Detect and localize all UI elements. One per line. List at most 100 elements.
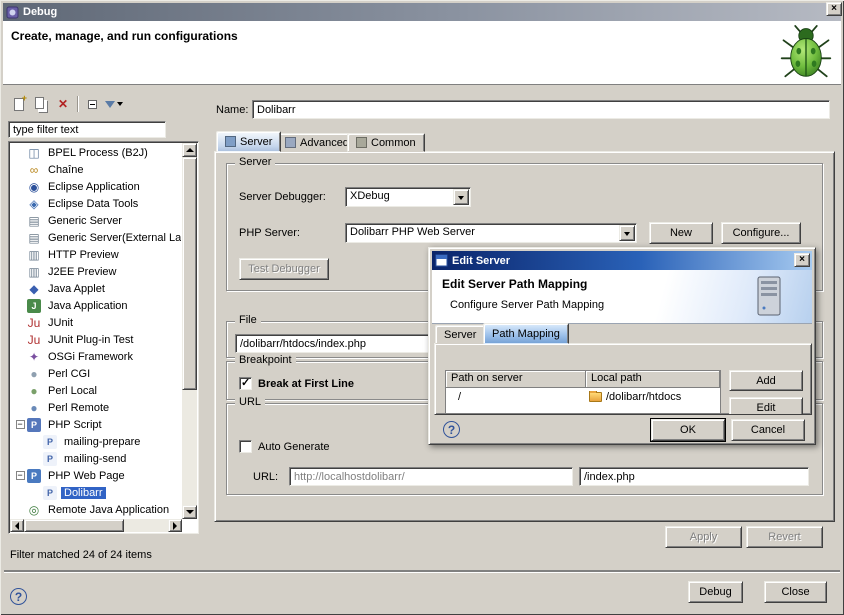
filter-menu-button[interactable] (103, 95, 125, 114)
php-server-label: PHP Server: (239, 227, 300, 239)
tree-item[interactable]: ◉Eclipse Application (11, 178, 181, 195)
dialog-icon (435, 254, 448, 267)
tree-item-label: PHP Script (45, 419, 105, 431)
tree-item[interactable]: ▥J2EE Preview (11, 263, 181, 280)
cancel-button[interactable]: Cancel (731, 419, 805, 441)
tree-item[interactable]: Pmailing-send (11, 450, 181, 467)
tree-item-label: mailing-send (61, 453, 129, 465)
tree-item[interactable]: JuJUnit Plug-in Test (11, 331, 181, 348)
expander-icon[interactable]: − (13, 471, 27, 480)
tree-item-label: Dolibarr (61, 487, 106, 499)
java-application-icon: J (27, 299, 41, 313)
tree-item[interactable]: ▤Generic Server (11, 212, 181, 229)
tree-item-label: Chaîne (45, 164, 86, 176)
tree-item-label: JUnit Plug-in Test (45, 334, 136, 346)
tree-item[interactable]: ●Perl Local (11, 382, 181, 399)
dialog-help-button[interactable]: ? (443, 421, 460, 438)
filter-input[interactable] (8, 121, 166, 138)
horizontal-scroll-thumb[interactable] (24, 519, 124, 532)
tree-item[interactable]: JuJUnit (11, 314, 181, 331)
tree-item[interactable]: J Java Application (11, 297, 181, 314)
tree-vertical-scrollbar[interactable] (182, 143, 197, 519)
break-at-first-line-checkbox[interactable] (239, 377, 252, 390)
auto-generate-checkbox[interactable] (239, 440, 252, 453)
apply-button: Apply (665, 526, 742, 548)
scroll-down-icon[interactable] (182, 505, 197, 519)
tree-item-label: HTTP Preview (45, 249, 122, 261)
expander-icon[interactable]: − (13, 420, 27, 429)
tree-item[interactable]: ●Perl Remote (11, 399, 181, 416)
tree-item[interactable]: ◆Java Applet (11, 280, 181, 297)
new-configuration-button[interactable] (8, 95, 30, 114)
path-mapping-pane: Path on server Local path //dolibarr/htd… (434, 343, 812, 415)
tab-common[interactable]: Common (347, 133, 425, 152)
help-button[interactable]: ? (10, 588, 27, 605)
php-server-combo[interactable]: Dolibarr PHP Web Server (345, 223, 637, 243)
column-path-on-server[interactable]: Path on server (446, 371, 586, 388)
chevron-down-icon[interactable] (453, 189, 469, 205)
tree-item[interactable]: ◎Remote Java Application (11, 501, 181, 518)
collapse-minus-icon[interactable]: − (16, 471, 25, 480)
tree-item-label: Java Application (45, 300, 131, 312)
junit-icon: Ju (27, 316, 41, 330)
tree-item-label: Perl CGI (45, 368, 93, 380)
collapse-all-button[interactable] (81, 95, 103, 114)
chevron-down-icon[interactable] (619, 225, 635, 241)
name-label: Name: (216, 104, 248, 116)
eclipse-application-icon: ◉ (27, 180, 41, 194)
server-debugger-combo[interactable]: XDebug (345, 187, 471, 207)
column-local-path[interactable]: Local path (586, 371, 720, 388)
tree-item[interactable]: −PPHP Script (11, 416, 181, 433)
tab-advanced[interactable]: Advanced (276, 133, 358, 152)
php-file-icon: P (43, 435, 57, 449)
http-preview-icon: ▥ (27, 248, 41, 262)
window-icon (6, 6, 19, 19)
dialog-tab-server[interactable]: Server (435, 325, 485, 344)
new-server-button[interactable]: New (649, 222, 713, 244)
server-path-cell: / (446, 391, 586, 403)
close-icon[interactable]: × (826, 2, 842, 16)
dialog-close-icon[interactable]: × (794, 253, 810, 267)
collapse-minus-icon[interactable]: − (16, 420, 25, 429)
scroll-right-icon[interactable] (168, 519, 182, 532)
scroll-left-icon[interactable] (10, 519, 24, 532)
dialog-tab-path-mapping[interactable]: Path Mapping (483, 323, 569, 344)
tree-item-label: Java Applet (45, 283, 108, 295)
table-row[interactable]: //dolibarr/htdocs (446, 388, 720, 405)
common-tab-icon (356, 137, 367, 148)
tree-item[interactable]: ◫BPEL Process (B2J) (11, 144, 181, 161)
edit-mapping-button[interactable]: Edit (729, 397, 803, 415)
tree-item[interactable]: PDolibarr (11, 484, 181, 501)
delete-configuration-button[interactable]: ✕ (52, 95, 74, 114)
edit-server-titlebar[interactable]: Edit Server (432, 251, 812, 270)
tree-item[interactable]: ∞Chaîne (11, 161, 181, 178)
debug-button[interactable]: Debug (688, 581, 743, 603)
chevron-down-icon (117, 102, 123, 109)
tree-item[interactable]: −PPHP Web Page (11, 467, 181, 484)
config-tree: ◫BPEL Process (B2J)∞Chaîne◉Eclipse Appli… (11, 144, 181, 518)
tab-server-label: Server (240, 136, 272, 148)
duplicate-configuration-button[interactable] (30, 95, 52, 114)
close-button[interactable]: Close (764, 581, 827, 603)
window-titlebar[interactable]: Debug (3, 3, 841, 21)
url-path-field[interactable] (579, 467, 809, 486)
configure-server-button[interactable]: Configure... (721, 222, 801, 244)
tree-horizontal-scrollbar[interactable] (10, 519, 182, 532)
ok-button[interactable]: OK (651, 419, 725, 441)
mapping-table-body: //dolibarr/htdocs (446, 388, 720, 405)
page-title: Create, manage, and run configurations (11, 29, 238, 43)
tree-item[interactable]: ◈Eclipse Data Tools (11, 195, 181, 212)
tree-item[interactable]: ▤Generic Server(External La (11, 229, 181, 246)
scroll-up-icon[interactable] (182, 143, 197, 157)
duplicate-icon (35, 97, 44, 109)
vertical-scroll-thumb[interactable] (182, 157, 197, 390)
tab-server[interactable]: Server (216, 131, 281, 152)
add-mapping-button[interactable]: Add (729, 370, 803, 391)
tree-item[interactable]: ▥ HTTP Preview (11, 246, 181, 263)
tree-item[interactable]: ●Perl CGI (11, 365, 181, 382)
j2ee-preview-icon: ▥ (27, 265, 41, 279)
tree-item[interactable]: ✦OSGi Framework (11, 348, 181, 365)
tree-item[interactable]: Pmailing-prepare (11, 433, 181, 450)
edit-server-dialog: Edit Server × Edit Server Path Mapping C… (428, 247, 816, 445)
name-input[interactable] (252, 100, 830, 119)
